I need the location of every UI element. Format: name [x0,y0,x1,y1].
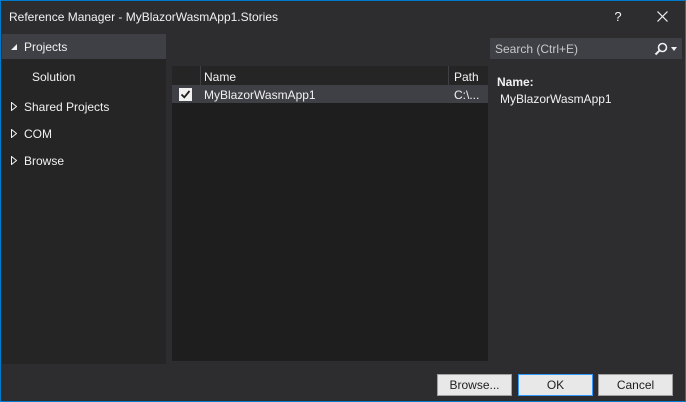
search-box[interactable] [490,38,682,59]
help-button[interactable]: ? [604,5,632,27]
sidebar-item-label: COM [24,126,52,141]
window-title: Reference Manager - MyBlazorWasmApp1.Sto… [9,10,278,24]
details-name-label: Name: [497,75,534,89]
column-divider[interactable] [200,66,201,86]
sidebar-item-solution[interactable]: Solution [2,64,166,89]
sidebar-item-label: Shared Projects [24,99,110,114]
triangle-collapsed-icon[interactable] [10,156,18,166]
reference-manager-dialog: Reference Manager - MyBlazorWasmApp1.Sto… [0,0,686,402]
grid-header: Name Path [172,66,488,86]
column-header-path[interactable]: Path [454,70,479,84]
triangle-collapsed-icon[interactable] [10,129,18,139]
row-name-cell: MyBlazorWasmApp1 [204,88,316,102]
sidebar: Projects Solution Shared Projects COM Br… [2,34,166,364]
cancel-button[interactable]: Cancel [598,374,673,396]
title-bar: Reference Manager - MyBlazorWasmApp1.Sto… [1,1,685,32]
reference-grid: Name Path MyBlazorWasmApp1 C:\... [172,66,488,361]
details-name-value: MyBlazorWasmApp1 [500,92,612,106]
close-button[interactable] [648,5,676,27]
ok-button[interactable]: OK [518,374,593,396]
sidebar-item-label: Solution [32,69,76,84]
checkmark-icon [180,90,191,99]
sidebar-item-label: Projects [24,39,68,54]
column-header-name[interactable]: Name [204,70,236,84]
details-panel: Name: MyBlazorWasmApp1 [497,75,612,106]
chevron-down-icon[interactable] [671,47,677,51]
column-divider[interactable] [448,66,449,86]
table-row[interactable]: MyBlazorWasmApp1 C:\... [172,86,488,103]
triangle-collapsed-icon[interactable] [10,102,18,112]
row-path-cell: C:\... [454,88,480,102]
sidebar-item-shared-projects[interactable]: Shared Projects [2,94,166,119]
browse-button[interactable]: Browse... [437,374,512,396]
search-input[interactable] [491,39,649,58]
reference-checkbox[interactable] [179,88,192,101]
close-icon [656,10,668,22]
sidebar-item-label: Browse [24,153,65,168]
triangle-expanded-icon[interactable] [10,42,18,52]
sidebar-item-projects[interactable]: Projects [2,34,166,59]
sidebar-item-com[interactable]: COM [2,121,166,146]
search-icon[interactable] [654,42,668,56]
sidebar-item-browse[interactable]: Browse [2,148,166,173]
